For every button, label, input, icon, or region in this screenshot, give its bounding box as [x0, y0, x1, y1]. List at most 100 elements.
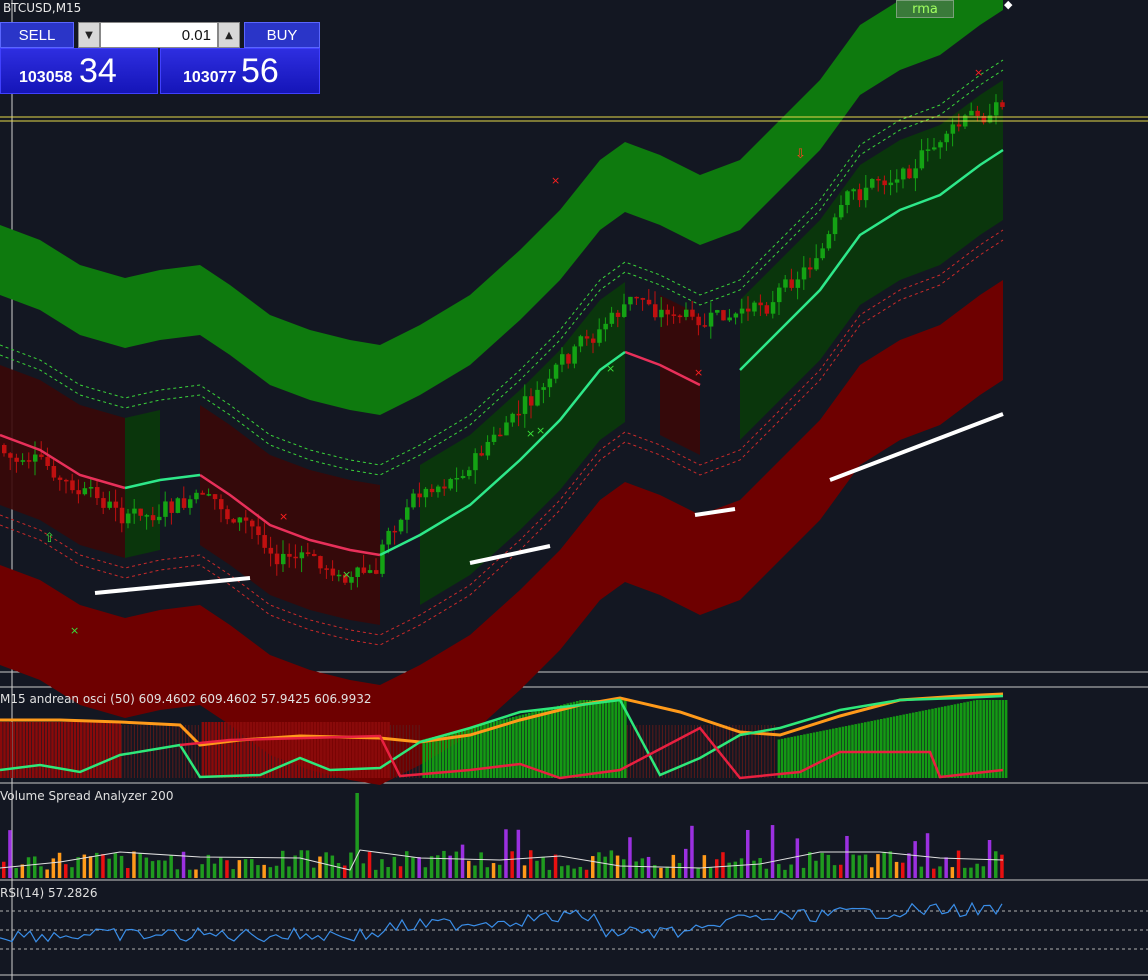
- oscillator-bar: [601, 700, 605, 778]
- oscillator-bar: [825, 729, 829, 778]
- volume-bar: [417, 857, 421, 878]
- volume-bar: [256, 865, 260, 878]
- buy-button[interactable]: BUY: [244, 22, 320, 48]
- volume-bar: [733, 861, 738, 878]
- oscillator-bar: [780, 738, 784, 778]
- buy-price-main: 103077: [183, 69, 237, 86]
- oscillator-bar: [320, 722, 323, 778]
- oscillator-bar: [291, 722, 294, 778]
- volume-bar: [820, 852, 824, 878]
- candle-body: [746, 308, 751, 312]
- candle-body: [126, 513, 131, 524]
- oscillator-bar: [19, 722, 22, 778]
- volume-bar: [646, 856, 651, 878]
- volume-bar: [45, 869, 49, 878]
- oscillator-bar: [96, 722, 99, 778]
- candle-body: [460, 475, 466, 479]
- volume-bar: [603, 856, 607, 878]
- candle-body: [603, 323, 608, 330]
- volume-bar: [88, 856, 93, 878]
- candle-body: [374, 570, 379, 574]
- oscillator-bar: [102, 722, 105, 778]
- oscillator-bar: [252, 722, 256, 778]
- oscillator-bar: [985, 700, 989, 778]
- volume-bar: [894, 861, 899, 878]
- candle-body: [566, 354, 571, 364]
- oscillator-bar: [201, 722, 205, 778]
- oscillator-bar: [579, 700, 582, 778]
- oscillator-bar: [524, 713, 528, 778]
- lot-size-input[interactable]: 0.01: [100, 22, 218, 48]
- volume-bar: [504, 829, 508, 878]
- oscillator-bar: [211, 722, 214, 778]
- oscillator-bar: [889, 717, 893, 778]
- oscillator-title: M15 andrean osci (50) 609.4602 609.4602 …: [0, 692, 372, 706]
- oscillator-bar: [1004, 700, 1008, 778]
- volume-bar: [318, 856, 322, 878]
- oscillator-bar: [777, 739, 781, 778]
- candle-body: [175, 498, 181, 513]
- candle-body: [715, 310, 720, 313]
- chevron-up-icon: ▲: [225, 30, 233, 41]
- oscillator-bar: [969, 701, 973, 778]
- oscillator-bar: [502, 719, 505, 778]
- candle-body: [888, 182, 894, 186]
- oscillator-bar: [505, 718, 509, 778]
- candle-body: [758, 302, 763, 306]
- oscillator-bar: [617, 700, 621, 778]
- oscillator-bar: [259, 722, 262, 778]
- candle-body: [163, 501, 168, 517]
- volume-bar: [225, 860, 229, 878]
- x-marker-icon: ×: [279, 510, 288, 523]
- candle-body: [739, 308, 745, 314]
- volume-bar: [987, 840, 992, 878]
- oscillator-bar: [569, 702, 573, 778]
- oscillator-bar: [80, 722, 83, 778]
- volume-bar: [981, 866, 986, 878]
- oscillator-bar: [883, 718, 886, 778]
- volume-bar: [355, 793, 359, 878]
- buy-price-box[interactable]: 103077 56: [160, 48, 320, 94]
- volume-bar: [591, 856, 595, 878]
- oscillator-bar: [256, 722, 259, 778]
- volume-bar: [405, 851, 409, 878]
- scroll-arrow-icon: ◆: [1004, 0, 1013, 11]
- sell-price-box[interactable]: 103058 34: [0, 48, 158, 94]
- lot-increase-button[interactable]: ▲: [218, 22, 240, 48]
- volume-bar: [119, 855, 124, 878]
- oscillator-bar: [944, 706, 947, 778]
- candle-body: [8, 453, 13, 458]
- volume-bar: [429, 856, 434, 878]
- volume-bar: [163, 860, 167, 878]
- sell-button[interactable]: SELL: [0, 22, 74, 48]
- candle-body: [51, 466, 57, 478]
- oscillator-bar: [998, 700, 1001, 778]
- candle-body: [535, 389, 540, 406]
- candle-body: [560, 354, 565, 365]
- x-marker-icon: ×: [694, 366, 703, 379]
- oscillator-bar: [598, 700, 601, 778]
- volume-bar: [572, 868, 576, 878]
- oscillator-bar: [486, 723, 489, 778]
- oscillator-bar: [928, 709, 931, 778]
- oscillator-bar: [566, 703, 569, 778]
- chart-canvas[interactable]: ××× ××××××⇧⇩◆: [0, 0, 1148, 980]
- oscillator-bar: [995, 700, 998, 778]
- volume-bar: [380, 859, 384, 878]
- lot-decrease-button[interactable]: ▼: [78, 22, 100, 48]
- oscillator-bar: [371, 722, 374, 778]
- oscillator-bar: [822, 730, 825, 778]
- rma-indicator-tag[interactable]: rma: [896, 0, 954, 18]
- oscillator-bar: [560, 705, 563, 778]
- oscillator-bar: [512, 717, 515, 778]
- volume-bar: [305, 850, 310, 878]
- oscillator-bar: [940, 706, 944, 778]
- chart-title: BTCUSD,M15: [3, 1, 82, 15]
- candle-body: [212, 494, 218, 500]
- candle-body: [634, 296, 639, 299]
- candle-body: [702, 325, 708, 327]
- oscillator-bar: [281, 722, 285, 778]
- volume-bar: [485, 867, 490, 878]
- volume-bar: [839, 864, 843, 878]
- volume-bar: [51, 858, 56, 878]
